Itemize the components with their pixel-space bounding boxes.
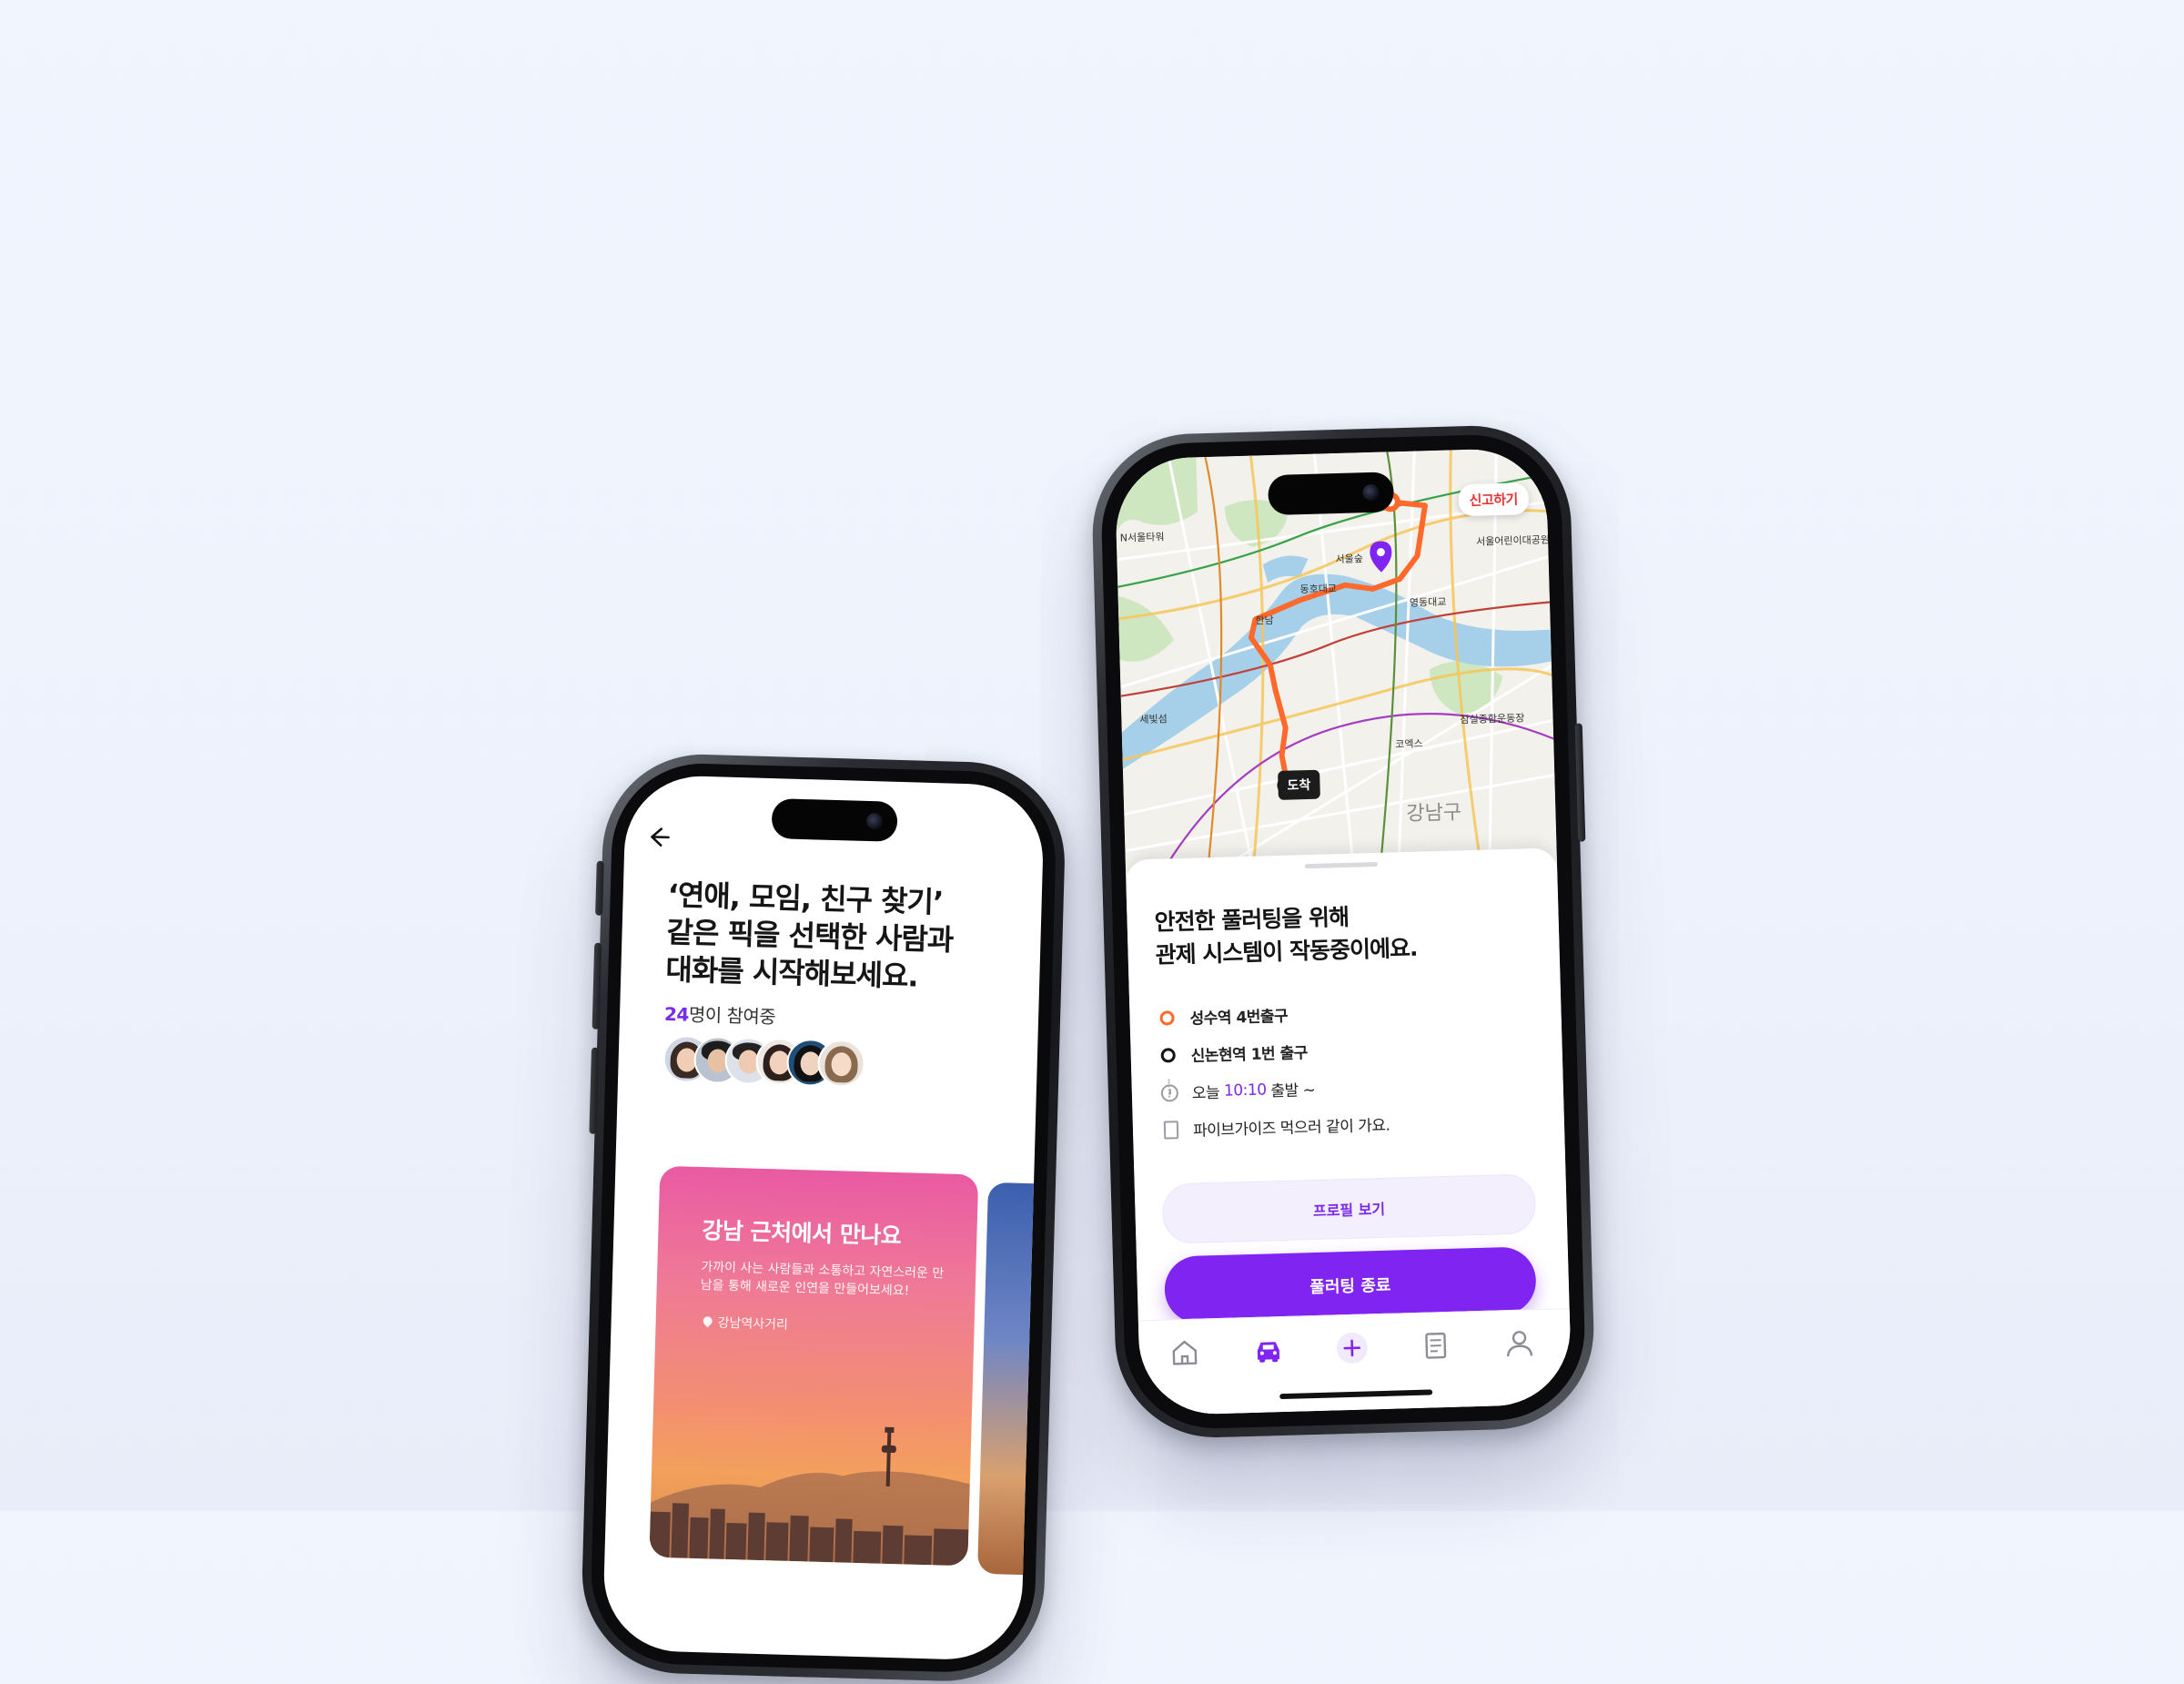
participants-count: 24명이 참여중	[664, 999, 776, 1029]
participants-number: 24	[663, 1002, 690, 1026]
map-label: 동호대교	[1299, 583, 1337, 595]
memo-row: 파이브가이즈 먹으러 같이 가요.	[1160, 1112, 1390, 1141]
origin-dot-icon	[1157, 1008, 1178, 1029]
memo-text: 파이브가이즈 먹으러 같이 가요.	[1192, 1116, 1390, 1141]
document-icon[interactable]	[1417, 1327, 1454, 1364]
time-suffix: 출발 ~	[1270, 1080, 1316, 1101]
map-label: 영동대교	[1410, 596, 1447, 609]
home-icon[interactable]	[1166, 1334, 1203, 1371]
card-description: 가까이 사는 사람들과 소통하고 자연스러운 만남을 통해 새로운 인연을 만들…	[700, 1260, 945, 1299]
dynamic-island	[771, 798, 898, 842]
map-label: 서울어린이대공원	[1476, 533, 1550, 547]
map-label: 한남	[1255, 614, 1274, 627]
departure-time: 10:10	[1223, 1080, 1267, 1101]
volume-down-button	[589, 1047, 600, 1134]
departure-row: 오늘 10:10 출발 ~	[1159, 1077, 1316, 1104]
meetup-card[interactable]: 강남 근처에서 만나요 가까이 사는 사람들과 소통하고 자연스러운 만남을 통…	[649, 1165, 979, 1567]
avatar	[816, 1039, 866, 1089]
tab-bar	[1138, 1308, 1572, 1416]
route-from-row: 성수역 4번출구	[1157, 1003, 1288, 1030]
location-pin-icon	[701, 1314, 714, 1328]
card-location-text: 강남역사거리	[717, 1315, 789, 1333]
person-icon[interactable]	[1501, 1324, 1538, 1362]
left-screen: ‘연애, 모임, 친구 찾기’ 같은 픽을 선택한 사람과 대화를 시작해보세요…	[602, 774, 1046, 1662]
volume-up-button	[592, 942, 602, 1030]
route-to: 신논현역 1번 출구	[1190, 1044, 1309, 1066]
power-button	[1574, 723, 1586, 842]
headline: ‘연애, 모임, 친구 찾기’ 같은 픽을 선택한 사람과 대화를 시작해보세요…	[665, 877, 1014, 999]
plus-icon[interactable]	[1333, 1329, 1370, 1366]
back-arrow-icon[interactable]	[644, 820, 678, 854]
car-icon[interactable]	[1249, 1332, 1287, 1369]
arrive-tag: 도착	[1278, 769, 1320, 800]
route-from: 성수역 4번출구	[1189, 1007, 1289, 1029]
clock-icon	[1159, 1082, 1180, 1103]
map-label: 서울숲	[1335, 553, 1363, 565]
map-label: 세빛섬	[1139, 713, 1168, 725]
bottom-sheet: 안전한 풀러팅을 위해 관제 시스템이 작동중이에요. 성수역 4번출구 신논현…	[1125, 847, 1572, 1416]
sheet-grabber[interactable]	[1304, 861, 1379, 869]
map-label: 코엑스	[1395, 737, 1423, 750]
destination-dot-icon	[1158, 1045, 1178, 1066]
dynamic-island	[1267, 472, 1395, 516]
action-button	[595, 860, 604, 916]
district-label: 강남구	[1406, 801, 1461, 826]
map-label: N서울타워	[1120, 531, 1165, 543]
map-label: 잠실종합운동장	[1460, 712, 1524, 725]
avatar-group	[662, 1034, 866, 1089]
route-to-row: 신논현역 1번 출구	[1158, 1040, 1308, 1067]
time-prefix: 오늘	[1191, 1083, 1220, 1103]
left-phone: ‘연애, 모임, 친구 찾기’ 같은 픽을 선택한 사람과 대화를 시작해보세요…	[579, 751, 1067, 1684]
home-indicator	[1279, 1389, 1433, 1400]
report-button[interactable]: 신고하기	[1458, 482, 1530, 517]
city-skyline-image	[649, 1426, 970, 1567]
right-screen: 서울숲 한남 동호대교 영동대교 코엑스 잠실종합운동장 세빛섬 서울어린이대공…	[1114, 447, 1572, 1416]
participants-suffix: 명이 참여중	[688, 1003, 776, 1029]
sheet-headline: 안전한 풀러팅을 위해 관제 시스템이 작동중이에요.	[1154, 897, 1520, 972]
view-profile-button[interactable]: 프로필 보기	[1161, 1173, 1537, 1244]
card-title: 강남 근처에서 만나요	[702, 1217, 902, 1250]
right-phone: 서울숲 한남 동호대교 영동대교 코엑스 잠실종합운동장 세빛섬 서울어린이대공…	[1089, 422, 1597, 1441]
memo-icon	[1160, 1120, 1181, 1141]
card-location: 강남역사거리	[701, 1313, 789, 1334]
